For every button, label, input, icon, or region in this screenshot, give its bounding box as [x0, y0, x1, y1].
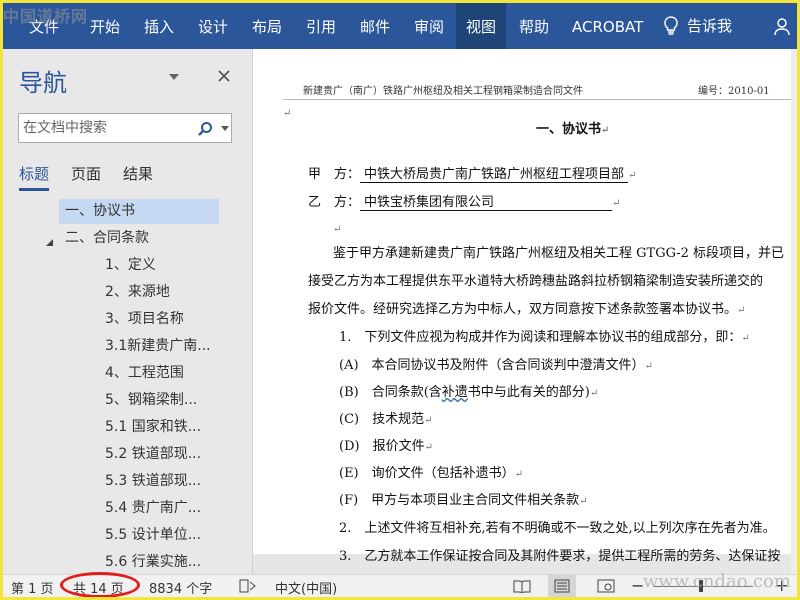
tree-item[interactable]: 5.2 铁道部现...: [105, 442, 201, 467]
paragraph-mark-icon: ↵: [333, 224, 342, 235]
doc-heading: 一、协议书↵: [536, 122, 610, 137]
tree-item[interactable]: 2、来源地: [105, 280, 170, 305]
list-item-c: (C) 技术规范↵: [339, 412, 433, 427]
lightbulb-icon: [664, 16, 678, 35]
list-item-b: (B) 合同条款(含补遗书中与此有关的部分)↵: [339, 385, 599, 400]
share-user-icon[interactable]: [773, 17, 793, 37]
list-item-e: (E) 询价文件（包括补遗书）↵: [339, 466, 524, 481]
tree-item[interactable]: 一、协议书: [59, 199, 219, 224]
list-item-2: 2. 上述文件将互相补充,若有不明确或不一致之处,以上列次序在先者为准。: [339, 521, 776, 536]
close-icon[interactable]: [217, 69, 231, 83]
tree-item[interactable]: 5、钢箱梁制...: [105, 388, 197, 413]
tell-me-box[interactable]: 告诉我: [663, 3, 732, 49]
nav-tab-results[interactable]: 结果: [123, 163, 153, 191]
status-language[interactable]: 中文(中国): [275, 578, 337, 597]
tree-item[interactable]: 5.4 贵广南广...: [105, 496, 201, 521]
search-input[interactable]: [19, 114, 189, 142]
list-item-d: (D) 报价文件↵: [339, 439, 433, 454]
tab-references[interactable]: 引用: [296, 3, 346, 49]
vertical-scrollbar[interactable]: [791, 49, 797, 574]
tree-item[interactable]: 3.1新建贵广南...: [105, 334, 211, 359]
page-header-title: 新建贵广（南广）铁路广州枢纽及相关工程钢箱梁制造合同文件: [303, 86, 583, 97]
status-page[interactable]: 第 1 页: [11, 578, 54, 597]
tab-layout[interactable]: 布局: [242, 3, 292, 49]
tree-item[interactable]: 5.3 铁道部现...: [105, 469, 201, 494]
tree-item[interactable]: 4、工程范围: [105, 361, 184, 386]
document-area: 新建贵广（南广）铁路广州枢纽及相关工程钢箱梁制造合同文件 编号：2010-01 …: [253, 49, 797, 574]
collapse-triangle-icon[interactable]: [45, 238, 54, 247]
read-aloud-icon[interactable]: [239, 579, 257, 593]
ribbon-tab-bar: 文件 开始 插入 设计 布局 引用 邮件 审阅 视图 帮助 ACROBAT 告诉…: [3, 3, 797, 49]
watermark-logo: 中国道桥网: [3, 7, 89, 26]
tab-design[interactable]: 设计: [188, 3, 238, 49]
list-item-1: 1. 下列文件应视为构成并作为阅读和理解本协议书的组成部分，即：↵: [339, 330, 750, 345]
page-header-number: 编号：2010-01: [698, 86, 770, 97]
read-mode-icon[interactable]: [513, 579, 531, 593]
nav-tab-pages[interactable]: 页面: [71, 163, 101, 191]
nav-tab-headings[interactable]: 标题: [19, 163, 50, 191]
search-box: [18, 113, 232, 143]
print-layout-icon: [554, 579, 570, 593]
list-item-f: (F) 甲方与本项目业主合同文件相关条款↵: [339, 493, 588, 508]
app-window: 文件 开始 插入 设计 布局 引用 邮件 审阅 视图 帮助 ACROBAT 告诉…: [3, 3, 797, 597]
tree-item[interactable]: 1、定义: [105, 253, 156, 278]
tab-acrobat[interactable]: ACROBAT: [562, 3, 653, 49]
tab-review[interactable]: 审阅: [404, 3, 454, 49]
tab-mailings[interactable]: 邮件: [350, 3, 400, 49]
tree-item[interactable]: 二、合同条款: [65, 226, 149, 251]
status-word-count[interactable]: 8834 个字: [149, 578, 212, 597]
nav-title: 导航: [19, 69, 67, 97]
body-paragraph-line: 接受乙方为本工程提供东平水道特大桥跨穗盐路斜拉桥钢箱梁制造安装所递交的: [308, 274, 764, 289]
tell-me-label: 告诉我: [687, 17, 733, 35]
watermark-url: www.cndao.com: [643, 571, 791, 592]
highlight-oval: [60, 572, 140, 597]
header-divider: [283, 99, 797, 100]
navigation-pane: 导航 标题 页面 结果 一、协议书 二、合同条款 1、定义 2、来源地 3、项目…: [3, 49, 253, 574]
search-options-caret-icon[interactable]: [221, 126, 229, 131]
nav-tabs: 标题 页面 结果: [19, 163, 175, 191]
tree-item[interactable]: 5.6 行業实施...: [105, 550, 201, 574]
document-page[interactable]: 新建贵广（南广）铁路广州枢纽及相关工程钢箱梁制造合同文件 编号：2010-01 …: [253, 49, 797, 564]
tab-insert[interactable]: 插入: [134, 3, 184, 49]
party-b-line: 乙 方： 中铁宝桥集团有限公司 ↵: [308, 195, 621, 211]
web-layout-icon[interactable]: [597, 579, 615, 593]
print-layout-button[interactable]: [548, 575, 576, 597]
body-paragraph-line: 鉴于甲方承建新建贵广南广铁路广州枢纽及相关工程 GTGG-2 标段项目，并已: [333, 246, 784, 261]
party-a-line: 甲 方： 中铁大桥局贵广南广铁路广州枢纽工程项目部 ↵: [308, 167, 637, 183]
tab-help[interactable]: 帮助: [509, 3, 559, 49]
tree-item[interactable]: 5.5 设计单位...: [105, 523, 201, 548]
paragraph-mark-icon: ↵: [283, 108, 292, 119]
nav-options-caret-icon[interactable]: [168, 73, 180, 81]
body-paragraph-line: 报价文件。经研究选择乙方为中标人，双方同意按下述条款签署本协议书。↵: [308, 302, 746, 317]
tree-item[interactable]: 3、项目名称: [105, 307, 184, 332]
tree-item[interactable]: 5.1 国家和铁...: [105, 415, 201, 440]
list-item-3: 3. 乙方就本工作保证按合同及其附件要求，提供工程所需的劳务、达保证按: [339, 549, 781, 564]
list-item-a: (A) 本合同协议书及附件（含合同谈判中澄清文件）↵: [339, 358, 653, 373]
search-icon[interactable]: [197, 121, 213, 137]
tab-view[interactable]: 视图: [456, 3, 507, 49]
